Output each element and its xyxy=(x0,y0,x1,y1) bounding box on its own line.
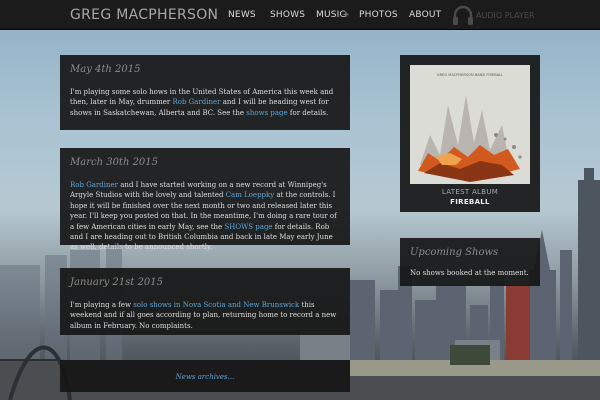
news-post: May 4th 2015 I'm playing some solo hows … xyxy=(60,55,350,130)
post-link[interactable]: solo shows in Nova Scotia and New Brunsw… xyxy=(133,301,299,309)
post-body: Rob Gardiner and I have started working … xyxy=(70,181,337,252)
album-cover-text: GREG MACPHERSON BAND FIREBALL xyxy=(437,73,503,77)
nav-item-about[interactable]: ABOUT xyxy=(409,10,441,20)
album-cover[interactable]: GREG MACPHERSON BAND FIREBALL xyxy=(410,65,530,184)
top-nav-bar: GREG MACPHERSON NEWS SHOWS MUSIC ✚ PHOTO… xyxy=(0,0,600,30)
album-caption: LATEST ALBUM xyxy=(441,188,499,196)
post-date: January 21st 2015 xyxy=(70,277,163,288)
post-link[interactable]: SHOWS page xyxy=(224,223,272,231)
post-body: I'm playing a few solo shows in Nova Sco… xyxy=(70,301,337,330)
audio-player-link[interactable]: AUDIO PLAYER xyxy=(476,11,535,20)
nav-item-music[interactable]: MUSIC xyxy=(316,10,346,20)
post-date: March 30th 2015 xyxy=(70,157,159,168)
nav-item-photos[interactable]: PHOTOS xyxy=(359,10,398,20)
headphones-icon[interactable] xyxy=(451,4,475,26)
latest-album-panel: GREG MACPHERSON BAND FIREBALL LATEST ALB… xyxy=(400,55,540,212)
site-title[interactable]: GREG MACPHERSON xyxy=(70,7,218,23)
post-body: I'm playing some solo hows in the United… xyxy=(70,88,334,117)
upcoming-shows-title: Upcoming Shows xyxy=(410,247,499,258)
post-link[interactable]: Rob Gardiner xyxy=(70,181,118,189)
upcoming-shows-panel: Upcoming Shows No shows booked at the mo… xyxy=(400,238,540,286)
dropdown-arrow-icon: ✚ xyxy=(343,11,349,19)
nav-item-shows[interactable]: SHOWS xyxy=(270,10,305,20)
news-post: March 30th 2015 Rob Gardiner and I have … xyxy=(60,148,350,251)
post-link[interactable]: shows page xyxy=(246,109,287,117)
news-archives-link[interactable]: News archives... xyxy=(176,373,235,381)
post-link[interactable]: Cam Loeppky xyxy=(226,191,275,199)
archives-panel: News archives... xyxy=(60,360,350,392)
upcoming-shows-text: No shows booked at the moment. xyxy=(410,269,529,277)
post-link[interactable]: Rob Gardiner xyxy=(172,98,220,106)
news-post: January 21st 2015 I'm playing a few solo… xyxy=(60,268,350,335)
album-title-link[interactable]: FIREBALL xyxy=(400,197,540,207)
nav-item-news[interactable]: NEWS xyxy=(228,10,256,20)
post-date: May 4th 2015 xyxy=(70,64,141,75)
